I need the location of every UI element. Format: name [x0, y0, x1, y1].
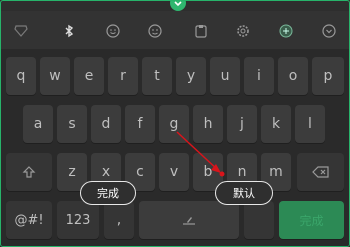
key-e[interactable]: e	[74, 57, 104, 95]
key-v[interactable]: v	[159, 153, 189, 191]
key-l[interactable]: l	[295, 105, 325, 143]
backspace-key[interactable]	[297, 153, 344, 191]
diamond-icon[interactable]	[11, 21, 31, 41]
key-r[interactable]: r	[108, 57, 138, 95]
key-a[interactable]: a	[23, 105, 53, 143]
key-f[interactable]: f	[125, 105, 155, 143]
collapse-icon[interactable]	[319, 21, 339, 41]
symbols-key[interactable]: @#!	[6, 201, 52, 239]
key-u[interactable]: u	[210, 57, 240, 95]
key-i[interactable]: i	[244, 57, 274, 95]
key-s[interactable]: s	[57, 105, 87, 143]
clipboard-icon[interactable]	[191, 21, 211, 41]
default-pill[interactable]: 默认	[215, 181, 273, 205]
shift-icon	[22, 166, 36, 178]
backspace-icon	[311, 166, 329, 178]
key-g[interactable]: g	[159, 105, 189, 143]
numbers-key[interactable]: 123	[57, 201, 99, 239]
done-pill[interactable]: 完成	[80, 181, 136, 205]
key-j[interactable]: j	[227, 105, 257, 143]
comma-key[interactable]: ,	[104, 201, 134, 239]
key-h[interactable]: h	[193, 105, 223, 143]
key-y[interactable]: y	[176, 57, 206, 95]
key-t[interactable]: t	[142, 57, 172, 95]
chevron-down-icon	[174, 1, 182, 7]
key-d[interactable]: d	[91, 105, 121, 143]
bluetooth-icon[interactable]	[59, 21, 79, 41]
emoji-face-icon[interactable]	[145, 21, 165, 41]
space-key[interactable]	[139, 201, 239, 239]
period-key[interactable]	[244, 201, 274, 239]
key-w[interactable]: w	[40, 57, 70, 95]
space-icon	[183, 217, 195, 225]
shift-key[interactable]	[6, 153, 52, 191]
keyboard-window: q w e r t y u i o p a s d f g h j k l z …	[0, 0, 350, 247]
enter-key[interactable]: 完成	[279, 201, 344, 239]
emoji-icon[interactable]	[103, 21, 123, 41]
key-k[interactable]: k	[261, 105, 291, 143]
collapse-handle[interactable]	[170, 1, 186, 11]
keyboard: q w e r t y u i o p a s d f g h j k l z …	[1, 49, 349, 246]
key-p[interactable]: p	[312, 57, 344, 95]
grid-icon[interactable]	[276, 21, 296, 41]
settings-icon[interactable]	[233, 21, 253, 41]
key-q[interactable]: q	[6, 57, 36, 95]
key-o[interactable]: o	[278, 57, 308, 95]
keyboard-toolbar	[1, 11, 349, 49]
